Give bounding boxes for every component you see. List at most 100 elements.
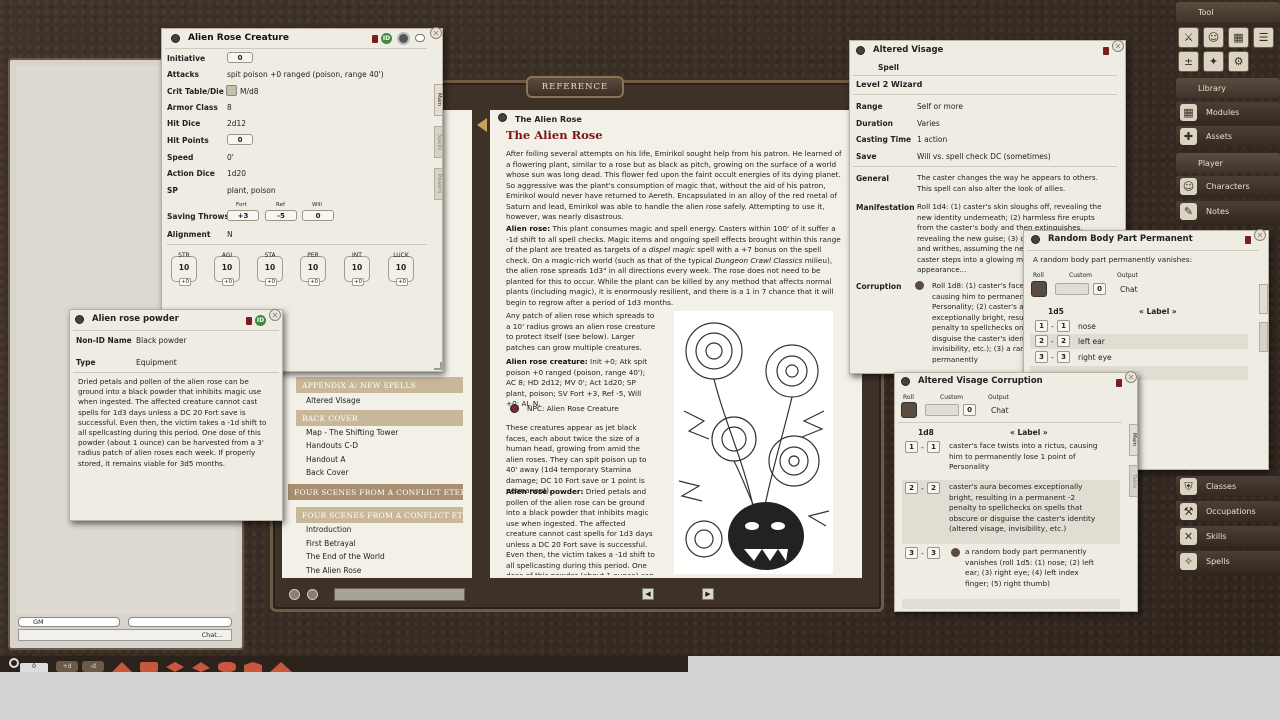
crit-table-field[interactable]: M/d8 bbox=[240, 87, 259, 96]
toc-collapse-arrow-icon[interactable] bbox=[477, 118, 487, 132]
book-search-input[interactable] bbox=[334, 588, 465, 601]
sp-field[interactable]: plant, poison bbox=[227, 186, 276, 195]
zoom-in-button[interactable] bbox=[289, 589, 300, 600]
range-to[interactable]: 2 bbox=[927, 482, 940, 494]
attacks-field[interactable]: spit poison +0 ranged (poison, range 40'… bbox=[227, 70, 384, 79]
sidebar-item-classes[interactable]: ⛨ Classes bbox=[1176, 476, 1280, 497]
corruption-link-icon[interactable] bbox=[901, 376, 910, 386]
lock-icon[interactable] bbox=[1245, 236, 1251, 244]
toc-item[interactable]: The End of the World bbox=[306, 552, 385, 561]
custom-value-field[interactable]: 0 bbox=[1093, 283, 1106, 295]
range-to[interactable]: 1 bbox=[927, 441, 940, 453]
hit-dice-field[interactable]: 2d12 bbox=[227, 119, 246, 128]
duration-field[interactable]: Varies bbox=[917, 119, 940, 128]
chat-input[interactable]: Chat... bbox=[18, 629, 232, 641]
nested-table-icon[interactable] bbox=[951, 548, 960, 557]
close-icon[interactable]: ✕ bbox=[1254, 229, 1266, 241]
range-to[interactable]: 2 bbox=[1057, 335, 1070, 347]
lock-icon[interactable] bbox=[246, 317, 252, 325]
attribute-sta[interactable]: STA 10 +0 bbox=[257, 252, 283, 286]
range-to[interactable]: 3 bbox=[1057, 351, 1070, 363]
player-section-header[interactable]: Player bbox=[1176, 153, 1280, 173]
page-link-icon[interactable] bbox=[498, 113, 507, 122]
initiative-field[interactable]: 0 bbox=[227, 52, 253, 63]
tab-main[interactable] bbox=[1259, 284, 1268, 314]
table-row-label[interactable]: nose bbox=[1078, 322, 1096, 331]
general-text[interactable]: The caster changes the way he appears to… bbox=[917, 173, 1109, 194]
toc-item[interactable]: First Betrayal bbox=[306, 539, 356, 548]
output-select[interactable]: Chat bbox=[1120, 285, 1138, 294]
range-field[interactable]: Self or more bbox=[917, 102, 963, 111]
modifiers-icon[interactable]: ± bbox=[1178, 51, 1199, 72]
toc-item[interactable]: Handouts C-D bbox=[306, 441, 358, 450]
close-icon[interactable]: ✕ bbox=[269, 309, 281, 321]
identified-icon[interactable]: ID bbox=[255, 315, 266, 326]
library-section-header[interactable]: Library bbox=[1176, 78, 1280, 98]
roll-button[interactable] bbox=[901, 402, 917, 418]
powder-titlebar[interactable]: Alien rose powder bbox=[75, 314, 179, 324]
lock-icon[interactable] bbox=[372, 35, 378, 43]
toc-four-scenes-subheading[interactable]: FOUR SCENES FROM A CONFLICT ETERNAL bbox=[296, 507, 463, 523]
table-row-label[interactable]: a random body part permanently vanishes … bbox=[965, 547, 1097, 595]
alignment-field[interactable]: N bbox=[227, 230, 233, 239]
close-icon[interactable]: ✕ bbox=[430, 27, 442, 39]
sidebar-item-skills[interactable]: ✕ Skills bbox=[1176, 526, 1280, 547]
close-icon[interactable]: ✕ bbox=[1125, 371, 1137, 383]
party-sheet-icon[interactable]: ☺ bbox=[1203, 27, 1224, 48]
identity-select[interactable]: GM bbox=[18, 617, 120, 627]
custom-dice-field[interactable] bbox=[1055, 283, 1089, 295]
range-from[interactable]: 1 bbox=[1035, 320, 1048, 332]
range-from[interactable]: 2 bbox=[1035, 335, 1048, 347]
fort-save-field[interactable]: +3 bbox=[227, 210, 259, 221]
creature-link-icon[interactable] bbox=[171, 33, 180, 43]
dice-d6-icon[interactable] bbox=[140, 662, 158, 672]
tool-section-header[interactable]: Tool bbox=[1176, 2, 1280, 22]
chat-bubble-icon[interactable] bbox=[415, 34, 425, 42]
tab-spells[interactable]: Spells bbox=[434, 126, 443, 158]
save-field[interactable]: Will vs. spell check DC (sometimes) bbox=[917, 152, 1051, 161]
range-to[interactable]: 1 bbox=[1057, 320, 1070, 332]
range-to[interactable]: 3 bbox=[927, 547, 940, 559]
tab-powers[interactable]: Powers bbox=[434, 168, 443, 200]
corruption-titlebar[interactable]: Altered Visage Corruption bbox=[901, 376, 1043, 386]
lock-icon[interactable] bbox=[1116, 379, 1122, 387]
sidebar-item-spells[interactable]: ✧ Spells bbox=[1176, 551, 1280, 572]
toc-appendix-heading[interactable]: APPENDIX A: NEW SPELLS bbox=[296, 377, 463, 393]
spell-titlebar[interactable]: Altered Visage bbox=[856, 45, 943, 55]
range-from[interactable]: 3 bbox=[1035, 351, 1048, 363]
tab-main[interactable]: Main bbox=[434, 84, 443, 116]
alien-rose-illustration[interactable] bbox=[674, 311, 833, 574]
tab-main[interactable]: Main bbox=[1129, 424, 1138, 456]
toc-item[interactable]: Handout A bbox=[306, 455, 346, 464]
casting-time-field[interactable]: 1 action bbox=[917, 135, 947, 144]
toc-item[interactable]: Back Cover bbox=[306, 468, 349, 477]
range-from[interactable]: 2 bbox=[905, 482, 918, 494]
tab-table[interactable]: Table bbox=[1129, 465, 1138, 497]
table-row-label[interactable]: caster's aura becomes exceptionally brig… bbox=[949, 482, 1097, 535]
attribute-agi[interactable]: AGI 10 +0 bbox=[214, 252, 240, 286]
corruption-table-icon[interactable] bbox=[915, 281, 924, 290]
settings-icon[interactable] bbox=[9, 658, 19, 668]
hit-points-field[interactable]: 0 bbox=[227, 134, 253, 145]
resize-handle[interactable] bbox=[434, 362, 442, 370]
dice-d12-icon[interactable] bbox=[218, 662, 236, 672]
bodypart-link-icon[interactable] bbox=[1031, 234, 1040, 244]
toc-item[interactable]: Altered Visage bbox=[306, 396, 360, 405]
identified-icon[interactable]: ID bbox=[381, 33, 392, 44]
sidebar-item-modules[interactable]: ▦ Modules bbox=[1176, 102, 1280, 123]
table-row-label[interactable]: caster's face twists into a rictus, caus… bbox=[949, 441, 1099, 473]
range-from[interactable]: 1 bbox=[905, 441, 918, 453]
armor-class-field[interactable]: 8 bbox=[227, 103, 232, 112]
toc-back-cover-heading[interactable]: BACK COVER bbox=[296, 410, 463, 426]
attribute-per[interactable]: PER 10 +0 bbox=[300, 252, 326, 286]
custom-dice-field[interactable] bbox=[925, 404, 959, 416]
toc-item[interactable]: The Alien Rose bbox=[306, 566, 361, 575]
attribute-luck[interactable]: LUCK 10 +0 bbox=[388, 252, 414, 286]
attribute-int[interactable]: INT 10 +0 bbox=[344, 252, 370, 286]
sidebar-item-characters[interactable]: ☺ Characters bbox=[1176, 176, 1280, 197]
zoom-out-button[interactable] bbox=[307, 589, 318, 600]
toc-four-scenes-heading[interactable]: FOUR SCENES FROM A CONFLICT ETERNAL bbox=[288, 484, 463, 500]
attribute-str[interactable]: STR 10 +0 bbox=[171, 252, 197, 286]
bodypart-titlebar[interactable]: Random Body Part Permanent bbox=[1031, 234, 1193, 244]
output-select[interactable]: Chat bbox=[991, 406, 1009, 415]
